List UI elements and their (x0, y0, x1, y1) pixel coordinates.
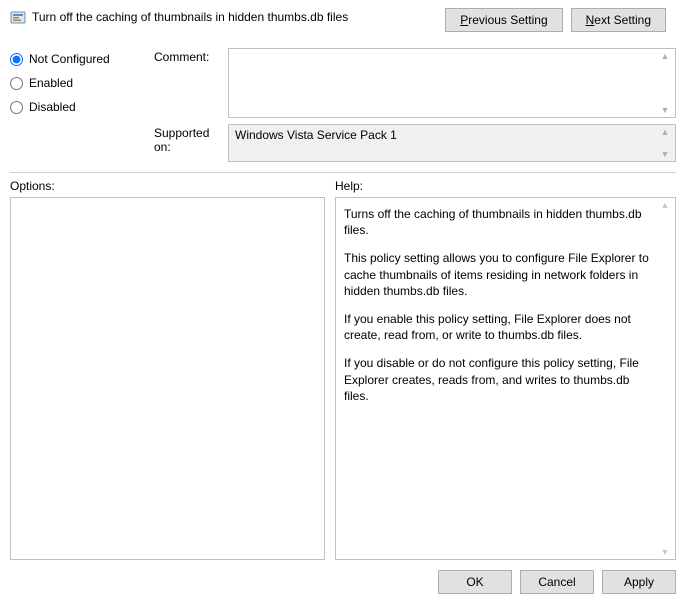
help-paragraph: If you disable or do not configure this … (344, 355, 653, 404)
scroll-indicator: ▲▼ (657, 51, 673, 115)
supported-on-field: Windows Vista Service Pack 1 ▲▼ (228, 124, 676, 162)
radio-not-configured-input[interactable] (10, 53, 23, 66)
comment-field[interactable]: ▲▼ (228, 48, 676, 118)
help-pane: Turns off the caching of thumbnails in h… (335, 197, 676, 560)
ok-button[interactable]: OK (438, 570, 512, 594)
help-paragraph: This policy setting allows you to config… (344, 250, 653, 299)
policy-title: Turn off the caching of thumbnails in hi… (32, 8, 348, 24)
supported-on-value: Windows Vista Service Pack 1 (229, 125, 675, 145)
next-setting-button[interactable]: Next Setting (571, 8, 666, 32)
supported-label: Supported on: (154, 124, 224, 162)
scroll-indicator: ▲▼ (657, 200, 673, 557)
radio-not-configured[interactable]: Not Configured (10, 52, 150, 66)
previous-setting-button[interactable]: Previous Setting (445, 8, 562, 32)
scroll-indicator: ▲▼ (657, 127, 673, 159)
radio-enabled[interactable]: Enabled (10, 76, 150, 90)
options-pane (10, 197, 325, 560)
help-label: Help: (335, 179, 363, 193)
comment-value (229, 49, 675, 55)
radio-enabled-input[interactable] (10, 77, 23, 90)
radio-disabled-label: Disabled (29, 100, 76, 114)
radio-not-configured-label: Not Configured (29, 52, 110, 66)
radio-disabled-input[interactable] (10, 101, 23, 114)
policy-icon (10, 10, 26, 26)
cancel-button[interactable]: Cancel (520, 570, 594, 594)
radio-enabled-label: Enabled (29, 76, 73, 90)
help-paragraph: Turns off the caching of thumbnails in h… (344, 206, 653, 238)
help-paragraph: If you enable this policy setting, File … (344, 311, 653, 343)
radio-disabled[interactable]: Disabled (10, 100, 150, 114)
options-label: Options: (10, 179, 335, 193)
comment-label: Comment: (154, 48, 224, 118)
apply-button[interactable]: Apply (602, 570, 676, 594)
separator (10, 172, 676, 173)
